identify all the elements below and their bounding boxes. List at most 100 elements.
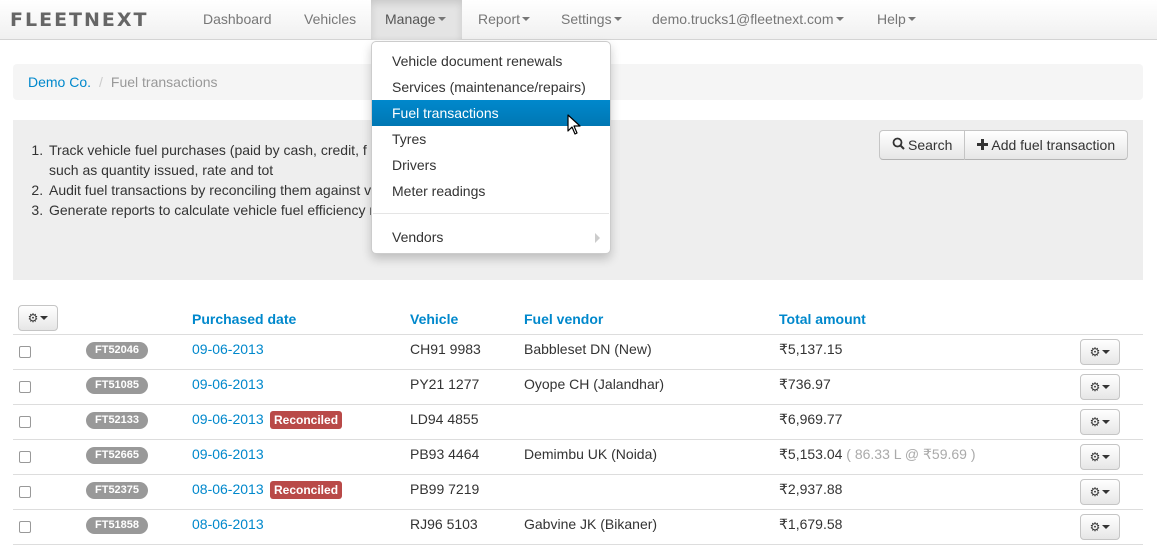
fuel-vendor-cell: Babbleset DN (New) xyxy=(524,341,652,357)
transaction-id-badge: FT51858 xyxy=(86,517,149,534)
breadcrumb-separator: / xyxy=(99,74,103,90)
breadcrumb-current: Fuel transactions xyxy=(110,74,218,90)
caret-down-icon xyxy=(1102,524,1111,529)
amount-value: ₹1,679.58 xyxy=(779,516,843,532)
row-checkbox[interactable] xyxy=(19,521,31,533)
amount-value: ₹5,137.15 xyxy=(779,341,843,357)
transaction-id-badge: FT52133 xyxy=(86,412,149,429)
vehicle-cell: PY21 1277 xyxy=(410,376,480,392)
mouse-pointer-icon xyxy=(567,114,581,139)
amount-note: ( 86.33 L @ ₹59.69 ) xyxy=(842,446,976,462)
transaction-id-badge: FT52046 xyxy=(86,342,149,359)
table-row: FT52046 09-06-2013 CH91 9983 Babbleset DN (… xyxy=(13,334,1143,369)
caret-down-icon xyxy=(522,17,531,22)
vehicle-cell: RJ96 5103 xyxy=(410,516,478,532)
menu-item-vehicle-document-renewals[interactable]: Vehicle document renewals xyxy=(372,48,610,74)
bulk-actions-menu[interactable]: ⚙ xyxy=(18,305,58,331)
table-row: FT52375 08-06-2013 Reconciled PB99 7219 ₹2,9… xyxy=(13,474,1143,509)
fuel-vendor-cell: Gabvine JK (Bikaner) xyxy=(524,516,658,532)
total-amount-cell: ₹736.97 xyxy=(779,376,831,393)
search-button[interactable]: Search xyxy=(879,130,966,160)
total-amount-cell: ₹5,137.15 xyxy=(779,341,842,358)
menu-item-vendors[interactable]: Vendors xyxy=(372,224,610,250)
column-header-total-amount[interactable]: Total amount xyxy=(779,311,866,327)
row-checkbox[interactable] xyxy=(19,416,31,428)
column-header-vehicle[interactable]: Vehicle xyxy=(410,311,458,327)
total-amount-cell: ₹2,937.88 xyxy=(779,481,842,498)
caret-down-icon xyxy=(1102,349,1111,354)
row-checkbox[interactable] xyxy=(19,486,31,498)
fuel-vendor-cell: Oyope CH (Jalandhar) xyxy=(524,376,665,392)
plus-icon xyxy=(977,132,989,160)
add-fuel-transaction-button[interactable]: Add fuel transaction xyxy=(965,130,1129,160)
amount-value: ₹2,937.88 xyxy=(779,481,843,497)
table-divider xyxy=(13,544,1143,545)
nav-settings[interactable]: Settings xyxy=(547,0,636,40)
gear-dropdown-button[interactable]: ⚙ xyxy=(18,305,58,331)
table-row: FT51085 09-06-2013 PY21 1277 Oyope CH (Jala… xyxy=(13,369,1143,404)
menu-item-meter-readings[interactable]: Meter readings xyxy=(372,178,610,204)
vehicle-cell: PB99 7219 xyxy=(410,481,480,497)
purchased-date-link[interactable]: 09-06-2013 xyxy=(192,341,264,357)
search-icon xyxy=(892,132,905,160)
row-actions-button[interactable]: ⚙ xyxy=(1080,339,1120,365)
action-buttons: Search Add fuel transaction xyxy=(879,130,1129,160)
reconciled-badge: Reconciled xyxy=(270,411,343,429)
row-checkbox[interactable] xyxy=(19,381,31,393)
nav-help[interactable]: Help xyxy=(863,0,930,40)
purchased-date-link[interactable]: 09-06-2013 xyxy=(192,376,264,392)
nav-vehicles[interactable]: Vehicles xyxy=(290,0,370,40)
transaction-id-badge: FT52375 xyxy=(86,482,149,499)
row-actions-button[interactable]: ⚙ xyxy=(1080,514,1120,540)
nav-dashboard[interactable]: Dashboard xyxy=(189,0,286,40)
amount-value: ₹6,969.77 xyxy=(779,411,843,427)
brand-logo[interactable]: FLEETNEXT xyxy=(10,9,149,31)
gear-icon: ⚙ xyxy=(1089,415,1101,429)
column-header-fuel-vendor[interactable]: Fuel vendor xyxy=(524,311,603,327)
submenu-arrow-icon xyxy=(595,233,600,243)
nav-manage[interactable]: Manage xyxy=(371,0,462,40)
row-actions-button[interactable]: ⚙ xyxy=(1080,409,1120,435)
navbar: FLEETNEXT Dashboard Vehicles Manage Repo… xyxy=(0,0,1157,40)
vehicle-cell: PB93 4464 xyxy=(410,446,480,462)
total-amount-cell: ₹5,153.04 ( 86.33 L @ ₹59.69 ) xyxy=(779,446,976,463)
transaction-id-badge: FT52665 xyxy=(86,447,149,464)
gear-icon: ⚙ xyxy=(1089,450,1101,464)
row-actions-button[interactable]: ⚙ xyxy=(1080,374,1120,400)
caret-down-icon xyxy=(40,315,49,320)
manage-dropdown-menu: Vehicle document renewals Services (main… xyxy=(371,41,611,254)
caret-down-icon xyxy=(1102,489,1111,494)
vehicle-cell: CH91 9983 xyxy=(410,341,481,357)
caret-down-icon xyxy=(1102,419,1111,424)
vehicle-cell: LD94 4855 xyxy=(410,411,479,427)
column-header-purchased-date[interactable]: Purchased date xyxy=(192,311,296,327)
fuel-vendor-cell: Demimbu UK (Noida) xyxy=(524,446,658,462)
amount-value: ₹736.97 xyxy=(779,376,831,392)
reconciled-badge: Reconciled xyxy=(270,481,343,499)
menu-item-drivers[interactable]: Drivers xyxy=(372,152,610,178)
gear-icon: ⚙ xyxy=(1089,485,1101,499)
row-actions-button[interactable]: ⚙ xyxy=(1080,479,1120,505)
caret-down-icon xyxy=(1102,454,1111,459)
gear-icon: ⚙ xyxy=(1089,345,1101,359)
purchased-date-link[interactable]: 09-06-2013 xyxy=(192,446,264,462)
gear-icon: ⚙ xyxy=(1089,520,1101,534)
purchased-date-link[interactable]: 08-06-2013 xyxy=(192,516,264,532)
caret-down-icon xyxy=(437,17,446,22)
nav-user-menu[interactable]: demo.trucks1@fleetnext.com xyxy=(638,0,858,40)
caret-down-icon xyxy=(835,17,844,22)
purchased-date-link[interactable]: 09-06-2013 xyxy=(192,411,264,427)
caret-down-icon xyxy=(1102,384,1111,389)
nav-report[interactable]: Report xyxy=(464,0,544,40)
row-checkbox[interactable] xyxy=(19,451,31,463)
table-row: FT52133 09-06-2013 Reconciled LD94 4855 ₹6,9… xyxy=(13,404,1143,439)
menu-item-services[interactable]: Services (maintenance/repairs) xyxy=(372,74,610,100)
menu-divider xyxy=(373,213,609,214)
row-actions-button[interactable]: ⚙ xyxy=(1080,444,1120,470)
total-amount-cell: ₹1,679.58 xyxy=(779,516,842,533)
table-row: FT52665 09-06-2013 PB93 4464 Demimbu UK (No… xyxy=(13,439,1143,474)
purchased-date-link[interactable]: 08-06-2013 xyxy=(192,481,264,497)
gear-icon: ⚙ xyxy=(1089,380,1101,394)
breadcrumb-company-link[interactable]: Demo Co. xyxy=(28,74,91,90)
row-checkbox[interactable] xyxy=(19,346,31,358)
